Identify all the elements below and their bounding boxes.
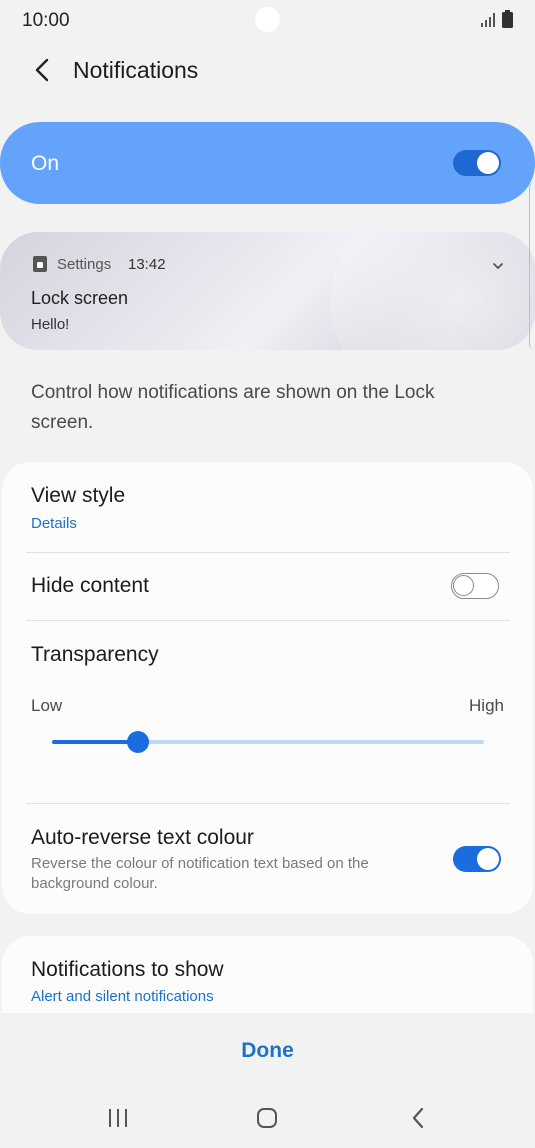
divider <box>26 620 510 621</box>
chevron-down-icon <box>493 263 503 269</box>
hide-content-title: Hide content <box>31 574 149 597</box>
done-bar: Done <box>0 1013 535 1088</box>
settings-card: View style Details Hide content Transpar… <box>2 462 533 914</box>
master-toggle[interactable] <box>453 150 501 176</box>
chevron-left-icon <box>35 58 49 82</box>
nav-back-button[interactable] <box>398 1103 438 1133</box>
header: Notifications <box>0 42 535 102</box>
back-button[interactable] <box>26 54 58 86</box>
transparency-title: Transparency <box>31 643 159 666</box>
lock-screen-description: Control how notifications are shown on t… <box>31 382 435 433</box>
preview-title: Lock screen <box>31 288 129 308</box>
divider <box>26 803 510 804</box>
status-bar: 10:00 <box>0 0 535 42</box>
toggle-knob <box>477 152 499 174</box>
view-style-title: View style <box>31 484 126 507</box>
notification-preview: Settings 13:42 Lock screen Hello! <box>0 232 535 350</box>
slider-fill <box>52 740 139 744</box>
hide-content-toggle[interactable] <box>451 573 499 599</box>
transparency-high-label: High <box>469 696 504 715</box>
divider <box>26 552 510 553</box>
notifications-screen: 10:00 Notifications On Settings 13:42 Lo… <box>0 0 535 1148</box>
transparency-low-label: Low <box>31 696 63 715</box>
view-style-value: Details <box>31 515 77 532</box>
navigation-bar <box>0 1088 535 1148</box>
auto-reverse-toggle[interactable] <box>453 846 501 872</box>
recents-icon <box>109 1109 127 1127</box>
auto-reverse-description: Reverse the colour of notification text … <box>31 855 369 892</box>
signal-icon <box>481 13 495 27</box>
battery-icon <box>502 10 513 28</box>
auto-reverse-title: Auto-reverse text colour <box>31 826 254 849</box>
notifications-to-show-value: Alert and silent notifications <box>31 988 214 1005</box>
recents-button[interactable] <box>98 1103 138 1133</box>
master-switch-bar[interactable]: On <box>0 122 535 204</box>
preview-app-name: Settings <box>57 256 112 273</box>
toggle-knob <box>453 575 474 596</box>
preview-body: Hello! <box>31 316 70 333</box>
back-icon <box>412 1107 424 1129</box>
toggle-knob <box>477 848 499 870</box>
preview-time: 13:42 <box>128 256 166 273</box>
done-button[interactable]: Done <box>180 1031 355 1071</box>
scroll-indicator <box>529 182 535 350</box>
notifications-to-show-title: Notifications to show <box>31 958 224 981</box>
home-button[interactable] <box>247 1103 287 1133</box>
page-title: Notifications <box>73 57 199 83</box>
camera-cutout <box>255 7 280 32</box>
transparency-slider[interactable] <box>52 731 484 753</box>
status-time: 10:00 <box>22 10 70 31</box>
home-icon <box>257 1108 277 1128</box>
master-switch-label: On <box>31 152 60 175</box>
lock-icon <box>33 256 47 272</box>
slider-thumb[interactable] <box>127 731 150 753</box>
